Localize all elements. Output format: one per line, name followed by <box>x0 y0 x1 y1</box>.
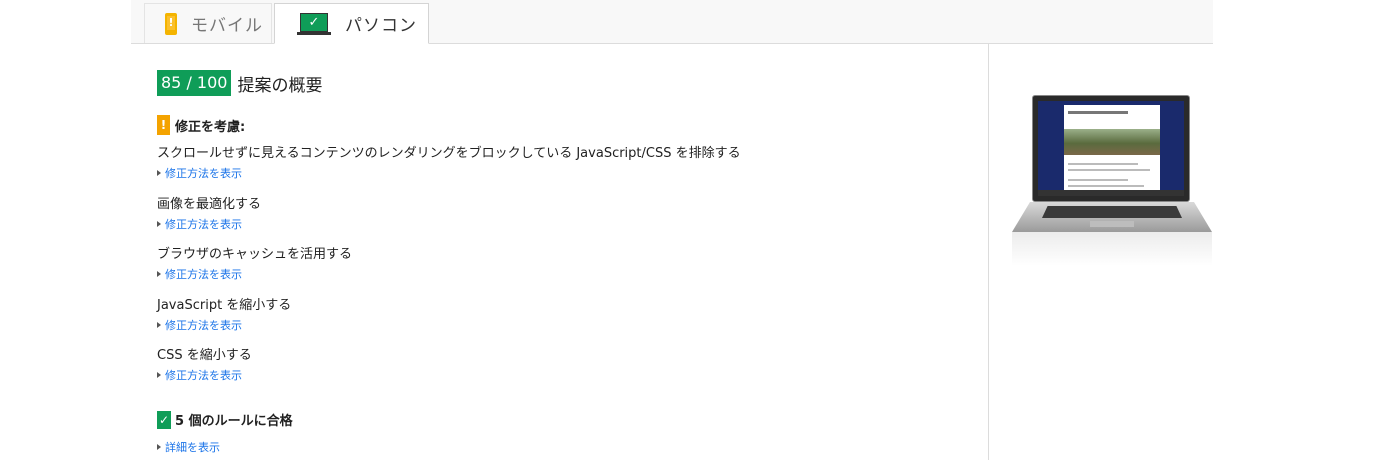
suggestion-item: スクロールせずに見えるコンテンツのレンダリングをブロックしている JavaScr… <box>157 145 957 196</box>
consider-fixing-header: ! 修正を考慮: <box>157 115 245 135</box>
expand-triangle-icon <box>157 372 161 378</box>
device-tab-bar: モバイル ✓ パソコン <box>131 0 1213 44</box>
show-fix-link[interactable]: 修正方法を表示 <box>157 165 957 181</box>
laptop-screen <box>1038 101 1184 196</box>
show-fix-link[interactable]: 修正方法を表示 <box>157 367 957 383</box>
show-fix-link-label[interactable]: 修正方法を表示 <box>165 266 242 282</box>
warning-icon: ! <box>157 115 170 135</box>
preview-site-title <box>1068 111 1128 114</box>
show-fix-link-label[interactable]: 修正方法を表示 <box>165 165 242 181</box>
suggestion-item: JavaScript を縮小する 修正方法を表示 <box>157 297 957 348</box>
tab-mobile[interactable]: モバイル <box>144 3 272 43</box>
show-fix-link-label[interactable]: 修正方法を表示 <box>165 317 242 333</box>
check-icon: ✓ <box>157 410 171 429</box>
passed-rules-title: 5 個のルールに合格 <box>175 414 293 429</box>
expand-triangle-icon <box>157 321 161 328</box>
preview-photo <box>1064 129 1160 155</box>
passed-rules-header: ✓ 5 個のルールに合格 <box>157 410 293 429</box>
preview-taskbar <box>1038 190 1184 196</box>
tab-desktop[interactable]: ✓ パソコン <box>274 3 429 44</box>
content-divider <box>988 44 989 460</box>
score-header: 85 / 100 提案の概要 <box>157 70 322 96</box>
laptop-reflection <box>1012 232 1212 266</box>
laptop-lid <box>1032 95 1190 202</box>
show-fix-link-label[interactable]: 修正方法を表示 <box>165 367 242 383</box>
suggestion-item: ブラウザのキャッシュを活用する 修正方法を表示 <box>157 246 957 297</box>
suggestion-title: ブラウザのキャッシュを活用する <box>157 247 353 262</box>
show-fix-link[interactable]: 修正方法を表示 <box>157 317 957 333</box>
show-fix-link-label[interactable]: 修正方法を表示 <box>165 216 242 232</box>
score-badge: 85 / 100 <box>157 70 232 96</box>
suggestion-item: CSS を縮小する 修正方法を表示 <box>157 347 957 398</box>
suggestion-item: 画像を最適化する 修正方法を表示 <box>157 196 957 247</box>
expand-triangle-icon <box>157 271 161 277</box>
desktop-monitor-icon: ✓ <box>297 12 331 35</box>
expand-triangle-icon <box>157 220 161 227</box>
expand-triangle-icon <box>157 170 161 176</box>
consider-fixing-title: 修正を考慮: <box>175 119 246 135</box>
tab-desktop-label: パソコン <box>345 16 417 36</box>
suggestion-title: CSS を縮小する <box>157 348 252 363</box>
preview-text-line <box>1068 179 1128 181</box>
mobile-phone-icon <box>165 12 177 35</box>
expand-triangle-icon <box>157 444 161 450</box>
laptop-touchpad <box>1090 221 1134 227</box>
show-fix-link[interactable]: 修正方法を表示 <box>157 216 957 232</box>
tab-mobile-label: モバイル <box>191 16 263 36</box>
checkmark-icon: ✓ <box>300 12 328 32</box>
summary-title: 提案の概要 <box>237 75 323 96</box>
suggestion-list: スクロールせずに見えるコンテンツのレンダリングをブロックしている JavaScr… <box>157 145 957 398</box>
preview-text-line <box>1068 163 1138 165</box>
show-details-link[interactable]: 詳細を表示 <box>157 439 220 455</box>
desktop-preview-image <box>1012 95 1212 270</box>
suggestion-title: スクロールせずに見えるコンテンツのレンダリングをブロックしている JavaScr… <box>157 146 741 161</box>
show-details-label[interactable]: 詳細を表示 <box>165 439 220 455</box>
suggestion-title: JavaScript を縮小する <box>157 297 292 313</box>
preview-text-line <box>1068 169 1150 171</box>
preview-page <box>1064 105 1160 193</box>
show-fix-link[interactable]: 修正方法を表示 <box>157 266 957 282</box>
suggestion-title: 画像を最適化する <box>157 196 262 212</box>
laptop-keyboard <box>1042 206 1182 218</box>
preview-text-line <box>1068 185 1144 187</box>
